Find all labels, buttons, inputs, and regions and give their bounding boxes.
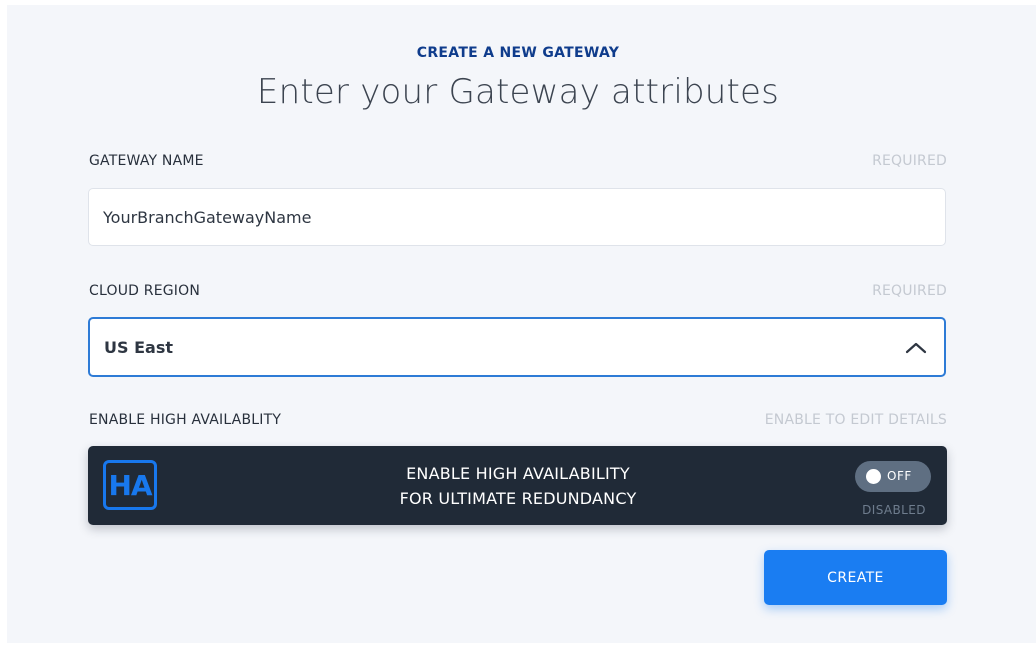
ha-logo-icon: HA bbox=[103, 460, 157, 510]
ha-description-line-2: FOR ULTIMATE REDUNDANCY bbox=[399, 489, 637, 508]
chevron-up-icon[interactable] bbox=[902, 337, 930, 357]
page-eyebrow: CREATE A NEW GATEWAY bbox=[416, 45, 620, 61]
toggle-status-text: DISABLED bbox=[862, 503, 926, 517]
ha-description-line-1: ENABLE HIGH AVAILABILITY bbox=[406, 464, 630, 483]
cloud-region-label: CLOUD REGION bbox=[89, 283, 201, 299]
gateway-name-field bbox=[88, 188, 946, 246]
high-availability-label: ENABLE HIGH AVAILABLITY bbox=[89, 412, 282, 428]
cloud-region-selected-value: US East bbox=[104, 337, 173, 357]
gateway-name-label: GATEWAY NAME bbox=[89, 153, 204, 169]
high-availability-hint: ENABLE TO EDIT DETAILS bbox=[764, 412, 947, 428]
page-title: Enter your Gateway attributes bbox=[256, 72, 780, 112]
create-button[interactable]: CREATE bbox=[764, 550, 947, 605]
high-availability-toggle[interactable]: OFF bbox=[855, 461, 931, 492]
toggle-state-label: OFF bbox=[887, 469, 912, 483]
high-availability-bar: HA ENABLE HIGH AVAILABILITY FOR ULTIMATE… bbox=[88, 446, 947, 525]
toggle-knob bbox=[866, 469, 881, 484]
gateway-name-required-hint: REQUIRED bbox=[872, 153, 947, 169]
gateway-name-input[interactable] bbox=[103, 207, 931, 227]
cloud-region-required-hint: REQUIRED bbox=[872, 283, 947, 299]
cloud-region-select[interactable]: US East bbox=[88, 317, 946, 377]
